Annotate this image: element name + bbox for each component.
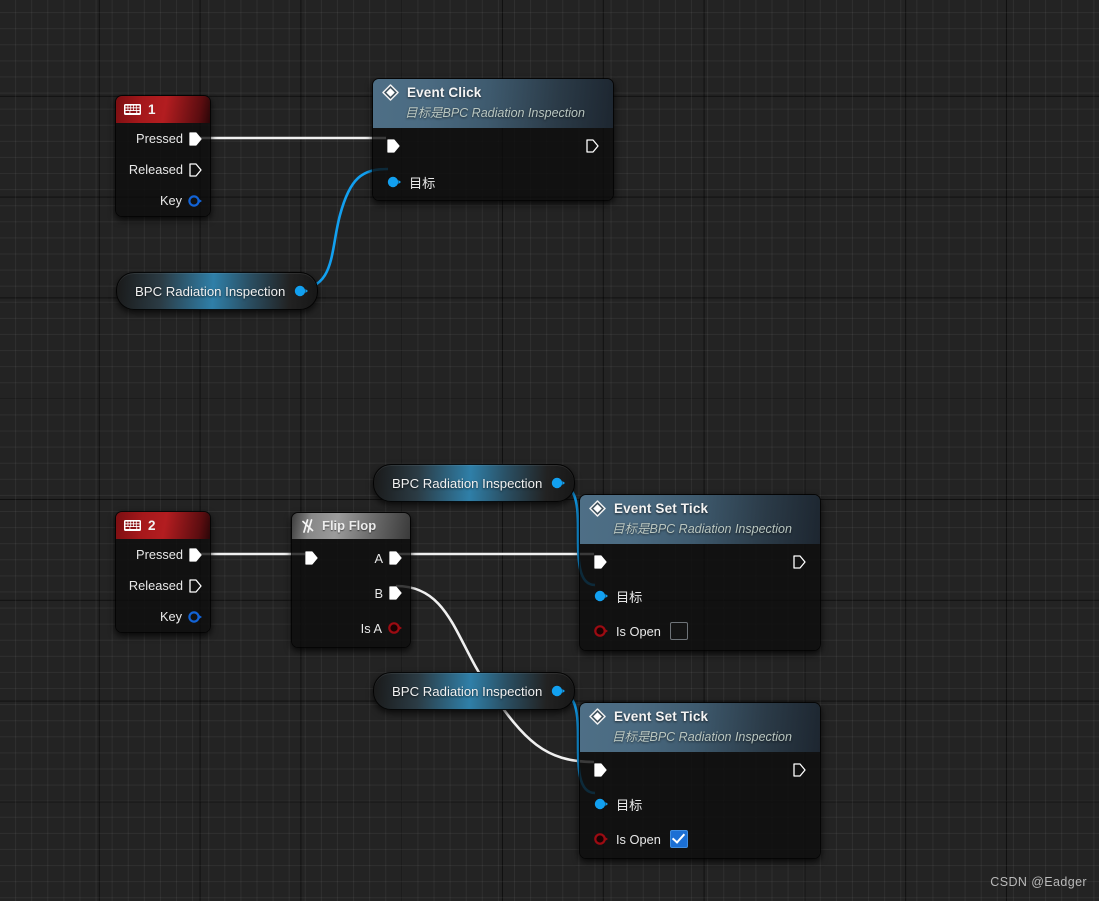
pin-label-b: B	[374, 585, 383, 601]
object-pin-target[interactable]	[387, 175, 401, 189]
exec-pin-in[interactable]	[387, 139, 400, 153]
pin-row-is-a[interactable]: Is A	[292, 609, 410, 647]
blueprint-graph-canvas[interactable]: 1 Pressed Released Key Event Click 目标是BP…	[0, 0, 1099, 901]
self-reference-label-bottom: BPC Radiation Inspection	[392, 683, 543, 699]
exec-pin-in[interactable]	[594, 555, 607, 569]
node-flip-flop-title: Flip Flop	[322, 518, 377, 533]
pin-label-key: Key	[159, 193, 182, 208]
pin-row-target[interactable]: 目标	[580, 788, 820, 820]
pin-label-pressed: Pressed	[136, 131, 183, 146]
node-self-reference-bottom[interactable]: BPC Radiation Inspection	[373, 672, 576, 710]
pin-row-a[interactable]: A	[292, 539, 410, 577]
pin-row-released[interactable]: Released	[116, 570, 210, 601]
node-flip-flop[interactable]: Flip Flop A B Is A	[291, 512, 411, 648]
pin-row-key[interactable]: Key	[116, 185, 210, 216]
object-pin-self-out-mid[interactable]	[551, 476, 566, 490]
exec-pin-pressed[interactable]	[189, 131, 202, 146]
struct-pin-key[interactable]	[188, 610, 202, 624]
pin-row-b[interactable]: B	[292, 577, 410, 609]
node-key-1[interactable]: 1 Pressed Released Key	[115, 95, 211, 217]
pin-row-target[interactable]: 目标	[373, 164, 613, 200]
event-diamond-icon	[589, 500, 606, 517]
exec-pin-pressed[interactable]	[189, 547, 202, 562]
keyboard-icon	[124, 104, 141, 115]
pin-row-target[interactable]: 目标	[580, 580, 820, 612]
node-key-2-title: 2	[148, 518, 156, 533]
node-event-set-tick-a-title: Event Set Tick	[614, 501, 709, 516]
pin-label-target: 目标	[616, 797, 643, 813]
self-reference-label-mid: BPC Radiation Inspection	[392, 475, 543, 491]
bool-pin-is-open[interactable]	[594, 832, 608, 846]
keyboard-icon	[124, 520, 141, 531]
pin-row-is-open[interactable]: Is Open	[580, 612, 820, 650]
pin-row-pressed[interactable]: Pressed	[116, 539, 210, 570]
exec-pin-out[interactable]	[793, 763, 806, 777]
node-event-set-tick-a-subtitle: 目标是BPC Radiation Inspection	[612, 522, 792, 536]
pin-label-target: 目标	[409, 175, 436, 191]
pin-label-is-open: Is Open	[616, 623, 661, 639]
node-event-set-tick-b-body: 目标 Is Open	[580, 752, 820, 858]
pin-label-released: Released	[128, 162, 183, 177]
pin-label-pressed: Pressed	[136, 547, 183, 562]
node-event-click-body: 目标	[373, 128, 613, 200]
pin-row-pressed[interactable]: Pressed	[116, 123, 210, 154]
exec-pin-released[interactable]	[189, 578, 202, 593]
is-open-checkbox[interactable]	[669, 622, 688, 640]
node-event-set-tick-b-subtitle: 目标是BPC Radiation Inspection	[612, 730, 792, 744]
pin-label-is-open: Is Open	[616, 831, 661, 847]
node-self-reference-mid[interactable]: BPC Radiation Inspection	[373, 464, 576, 502]
node-event-set-tick-b[interactable]: Event Set Tick 目标是BPC Radiation Inspecti…	[579, 702, 821, 859]
exec-pin-in[interactable]	[305, 551, 318, 565]
node-event-click-header: Event Click 目标是BPC Radiation Inspection	[373, 79, 613, 128]
node-key-2-header: 2	[116, 512, 210, 539]
event-diamond-icon	[382, 84, 399, 101]
bool-pin-is-a[interactable]	[388, 621, 402, 635]
node-flip-flop-body: A B Is A	[292, 539, 410, 647]
exec-pin-released[interactable]	[189, 162, 202, 177]
node-event-set-tick-b-header: Event Set Tick 目标是BPC Radiation Inspecti…	[580, 703, 820, 752]
watermark-text: CSDN @Eadger	[990, 875, 1087, 889]
node-event-click[interactable]: Event Click 目标是BPC Radiation Inspection …	[372, 78, 614, 201]
pin-row-exec[interactable]	[580, 544, 820, 580]
pin-label-is-a: Is A	[360, 620, 382, 636]
node-key-2[interactable]: 2 Pressed Released Key	[115, 511, 211, 633]
object-pin-self-out-top[interactable]	[294, 284, 309, 298]
object-pin-target[interactable]	[594, 797, 608, 811]
pin-label-key: Key	[159, 609, 182, 624]
object-pin-self-out-bottom[interactable]	[551, 684, 566, 698]
node-key-2-body: Pressed Released Key	[116, 539, 210, 632]
pin-row-exec[interactable]	[373, 128, 613, 164]
node-event-set-tick-b-title: Event Set Tick	[614, 709, 709, 724]
node-flip-flop-header: Flip Flop	[292, 513, 410, 539]
struct-pin-key[interactable]	[188, 194, 202, 208]
node-event-set-tick-a-header: Event Set Tick 目标是BPC Radiation Inspecti…	[580, 495, 820, 544]
exec-pin-b[interactable]	[389, 586, 402, 600]
pin-label-a: A	[374, 550, 383, 566]
pin-row-exec[interactable]	[580, 752, 820, 788]
object-pin-target[interactable]	[594, 589, 608, 603]
node-event-set-tick-a[interactable]: Event Set Tick 目标是BPC Radiation Inspecti…	[579, 494, 821, 651]
exec-pin-a[interactable]	[389, 551, 402, 565]
node-event-click-subtitle: 目标是BPC Radiation Inspection	[405, 106, 585, 120]
exec-pin-out[interactable]	[586, 139, 599, 153]
pin-row-is-open[interactable]: Is Open	[580, 820, 820, 858]
pin-row-key[interactable]: Key	[116, 601, 210, 632]
self-reference-label-top: BPC Radiation Inspection	[135, 283, 286, 299]
bool-pin-is-open[interactable]	[594, 624, 608, 638]
node-event-set-tick-a-body: 目标 Is Open	[580, 544, 820, 650]
node-event-click-title: Event Click	[407, 85, 482, 100]
node-key-1-title: 1	[148, 102, 156, 117]
pin-row-released[interactable]: Released	[116, 154, 210, 185]
pin-label-target: 目标	[616, 589, 643, 605]
node-key-1-body: Pressed Released Key	[116, 123, 210, 216]
is-open-checkbox[interactable]	[669, 830, 688, 848]
pin-label-released: Released	[128, 578, 183, 593]
node-key-1-header: 1	[116, 96, 210, 123]
exec-pin-out[interactable]	[793, 555, 806, 569]
node-self-reference-top[interactable]: BPC Radiation Inspection	[116, 272, 319, 310]
exec-pin-in[interactable]	[594, 763, 607, 777]
flipflop-icon	[302, 518, 314, 533]
event-diamond-icon	[589, 708, 606, 725]
